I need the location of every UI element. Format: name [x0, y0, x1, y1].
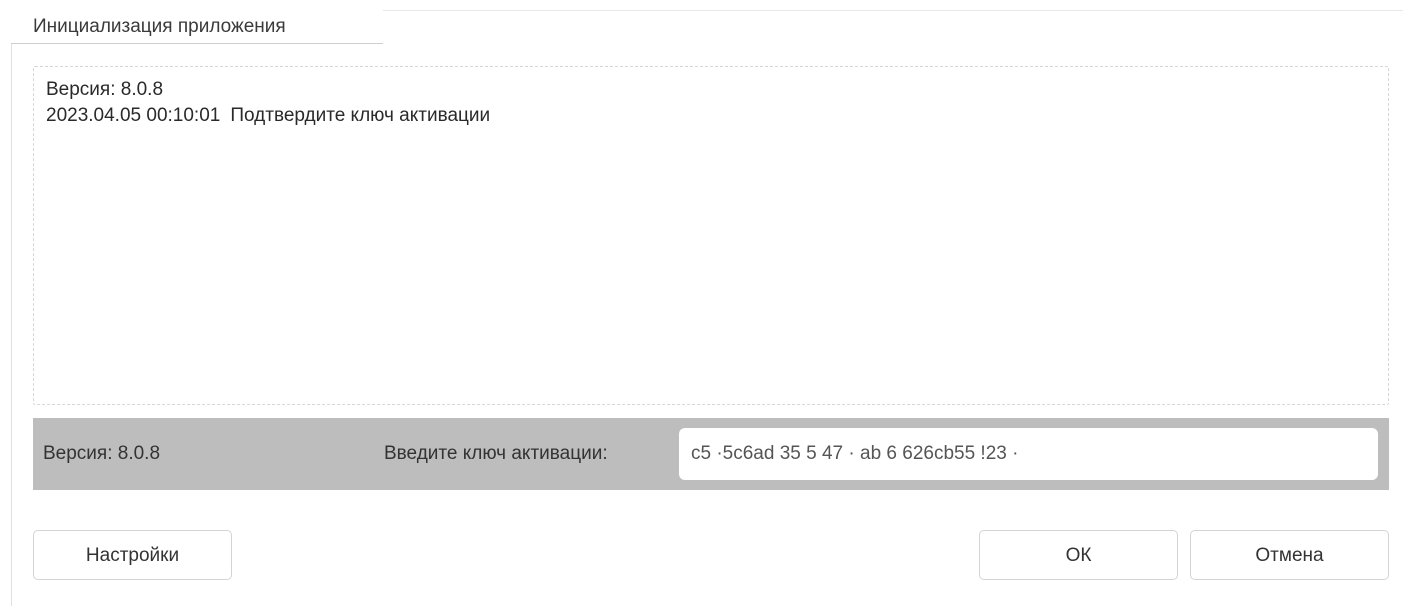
settings-button[interactable]: Настройки	[33, 530, 232, 580]
app-init-dialog: Инициализация приложения Версия: 8.0.8 2…	[0, 0, 1403, 606]
cancel-button[interactable]: Отмена	[1190, 530, 1389, 580]
activation-key-input[interactable]	[679, 428, 1378, 480]
log-output: Версия: 8.0.8 2023.04.05 00:10:01 Подтвер…	[33, 66, 1389, 405]
activation-key-label: Введите ключ активации:	[384, 443, 608, 464]
dialog-title: Инициализация приложения	[11, 10, 383, 44]
frame-left-border	[11, 10, 12, 606]
ok-button[interactable]: ОК	[979, 530, 1178, 580]
activation-bar: Версия: 8.0.8 Введите ключ активации:	[33, 418, 1389, 490]
log-version-line: Версия: 8.0.8	[46, 79, 164, 100]
status-version: Версия: 8.0.8	[43, 443, 161, 464]
log-entry-message: Подтвердите ключ активации	[230, 105, 491, 126]
log-entry-time: 2023.04.05 00:10:01	[46, 105, 221, 126]
log-entry: 2023.04.05 00:10:01 Подтвердите ключ акти…	[46, 103, 1376, 129]
